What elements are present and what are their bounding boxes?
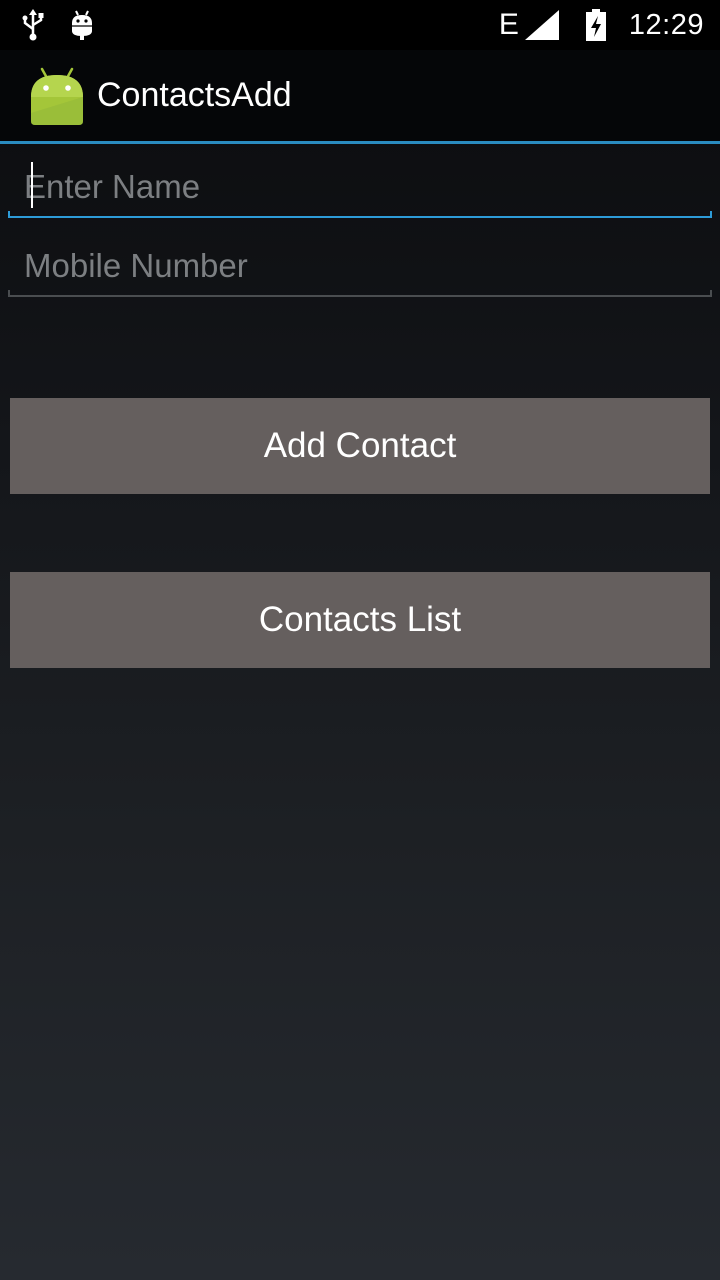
- debug-icon: [70, 9, 94, 41]
- status-bar: E 12:29: [0, 0, 720, 50]
- mobile-input[interactable]: [8, 233, 712, 297]
- network-type-label: E: [498, 8, 519, 41]
- name-field-underline: [8, 211, 712, 218]
- app-title: ContactsAdd: [97, 76, 292, 114]
- status-time: 12:29: [628, 8, 704, 41]
- mobile-field-underline: [8, 290, 712, 297]
- text-cursor: [31, 162, 33, 208]
- action-bar: ContactsAdd: [0, 50, 720, 144]
- mobile-field[interactable]: [8, 233, 712, 297]
- status-left-icons: [22, 9, 94, 41]
- status-right-icons: E 12:29: [499, 8, 704, 42]
- contacts-list-button[interactable]: Contacts List: [10, 572, 710, 668]
- android-icon: [28, 67, 86, 125]
- battery-charging-icon: [585, 9, 607, 41]
- usb-icon: [22, 9, 44, 41]
- signal-icon: [524, 10, 559, 40]
- name-input[interactable]: [8, 154, 712, 218]
- name-field[interactable]: [8, 154, 712, 218]
- add-contact-button[interactable]: Add Contact: [10, 398, 710, 494]
